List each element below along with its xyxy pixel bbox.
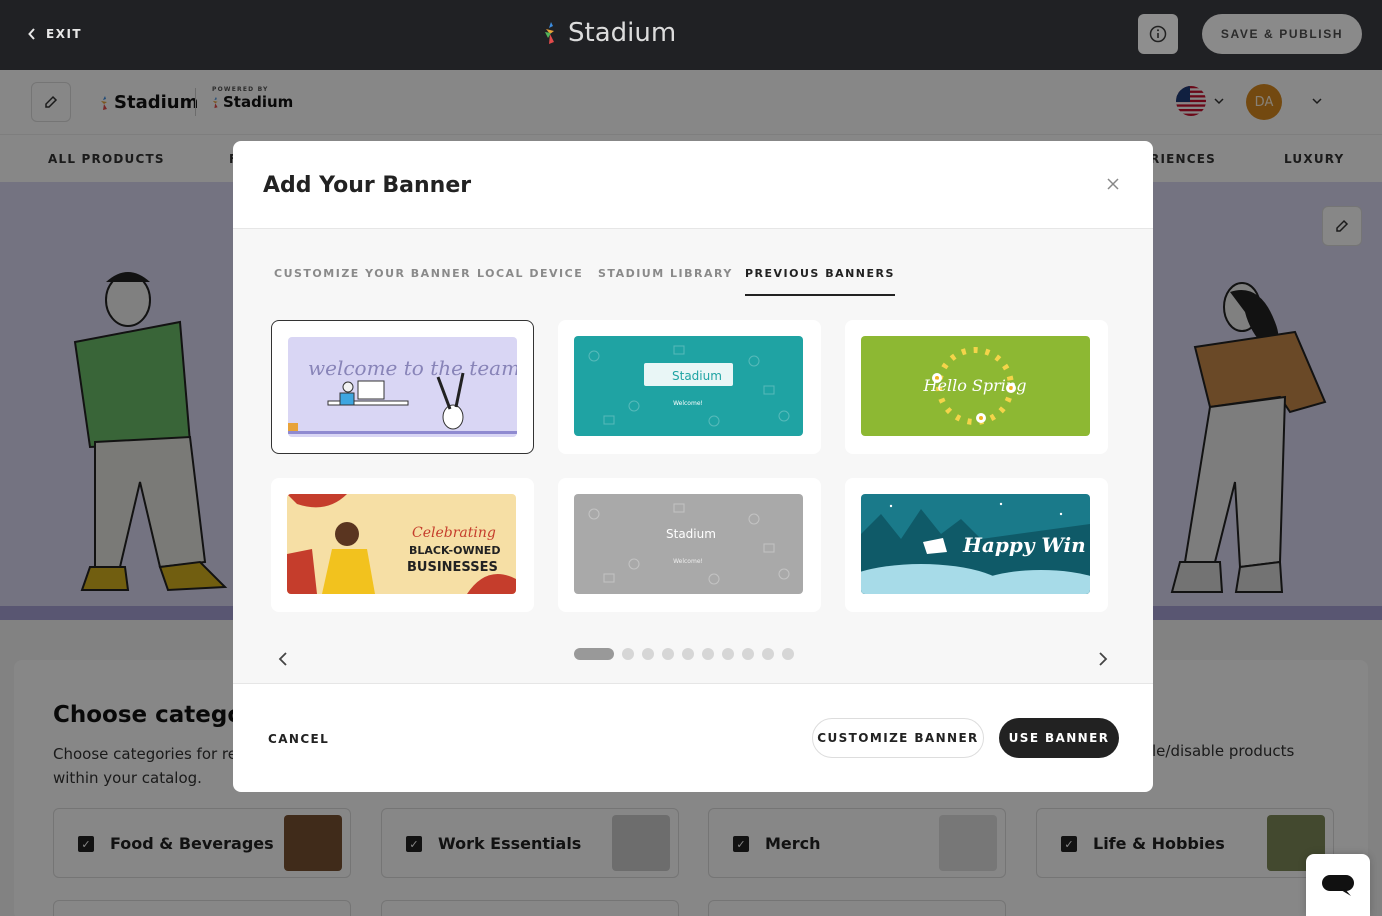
chevron-left-icon <box>278 652 287 666</box>
modal-body: CUSTOMIZE YOUR BANNER LOCAL DEVICE STADI… <box>233 228 1153 684</box>
pagination-dot[interactable] <box>702 648 714 660</box>
banner-subtext: Welcome! <box>673 400 703 407</box>
banner-card[interactable]: Stadium Welcome! <box>558 478 821 612</box>
pagination-dot[interactable] <box>662 648 674 660</box>
pagination-dot[interactable] <box>574 648 614 660</box>
customize-banner-button[interactable]: CUSTOMIZE BANNER <box>812 718 984 758</box>
banner-thumbnail: Celebrating BLACK-OWNED BUSINESSES <box>287 494 516 594</box>
banner-text: BLACK-OWNED <box>409 544 500 557</box>
pagination-dot[interactable] <box>682 648 694 660</box>
info-icon <box>1149 25 1167 43</box>
banner-text: Celebrating <box>412 525 496 541</box>
tab-local-device[interactable]: LOCAL DEVICE <box>477 267 583 294</box>
info-button[interactable] <box>1138 14 1178 54</box>
close-button[interactable] <box>1103 174 1123 194</box>
pagination-dot[interactable] <box>722 648 734 660</box>
banner-card[interactable]: welcome to the team! <box>271 320 534 454</box>
next-page-button[interactable] <box>1091 647 1115 671</box>
close-icon <box>1107 178 1119 190</box>
tab-previous-banners[interactable]: PREVIOUS BANNERS <box>745 267 895 296</box>
pagination-dot[interactable] <box>782 648 794 660</box>
banner-card[interactable]: Stadium Welcome! <box>558 320 821 454</box>
chat-button[interactable] <box>1306 854 1370 916</box>
banner-text: Stadium <box>666 527 716 541</box>
exit-label: EXIT <box>46 27 83 41</box>
banner-subtext: Welcome! <box>673 558 703 565</box>
banner-text: welcome to the team! <box>308 356 517 380</box>
banner-thumbnail: welcome to the team! <box>288 337 517 437</box>
banner-text: BUSINESSES <box>407 560 498 575</box>
add-banner-modal: Add Your Banner CUSTOMIZE YOUR BANNER LO… <box>233 141 1153 792</box>
pagination-dot[interactable] <box>762 648 774 660</box>
brand-logo: Stadium <box>542 18 676 48</box>
save-publish-button[interactable]: SAVE & PUBLISH <box>1202 14 1362 54</box>
exit-button[interactable]: EXIT <box>28 22 82 46</box>
pagination-dot[interactable] <box>742 648 754 660</box>
brand-name: Stadium <box>568 18 677 48</box>
banner-thumbnail: Hello Spring <box>861 336 1090 436</box>
banner-card[interactable]: Hello Spring <box>845 320 1108 454</box>
previous-page-button[interactable] <box>271 647 295 671</box>
modal-title: Add Your Banner <box>263 173 472 198</box>
use-banner-button[interactable]: USE BANNER <box>999 718 1119 758</box>
chat-icon <box>1322 875 1354 896</box>
banner-card[interactable]: Happy Win <box>845 478 1108 612</box>
chevron-right-icon <box>1099 652 1108 666</box>
banner-text: Hello Spring <box>923 376 1027 395</box>
top-app-bar: EXIT Stadium SAVE & PUBLISH <box>0 0 1382 70</box>
banner-thumbnail: Stadium Welcome! <box>574 494 803 594</box>
tab-stadium-library[interactable]: STADIUM LIBRARY <box>598 267 733 294</box>
banner-text: Happy Win <box>962 533 1086 557</box>
cancel-button[interactable]: CANCEL <box>268 732 329 746</box>
pagination-dot[interactable] <box>622 648 634 660</box>
banner-thumbnail: Stadium Welcome! <box>574 336 803 436</box>
pagination-dot[interactable] <box>642 648 654 660</box>
stadium-logo-icon <box>545 22 554 44</box>
banner-text: Stadium <box>672 369 722 383</box>
banner-card[interactable]: Celebrating BLACK-OWNED BUSINESSES <box>271 478 534 612</box>
tab-customize-your-banner[interactable]: CUSTOMIZE YOUR BANNER <box>274 267 471 294</box>
chevron-left-icon <box>28 28 35 40</box>
banner-thumbnail: Happy Win <box>861 494 1090 594</box>
pagination-dots <box>574 647 794 661</box>
